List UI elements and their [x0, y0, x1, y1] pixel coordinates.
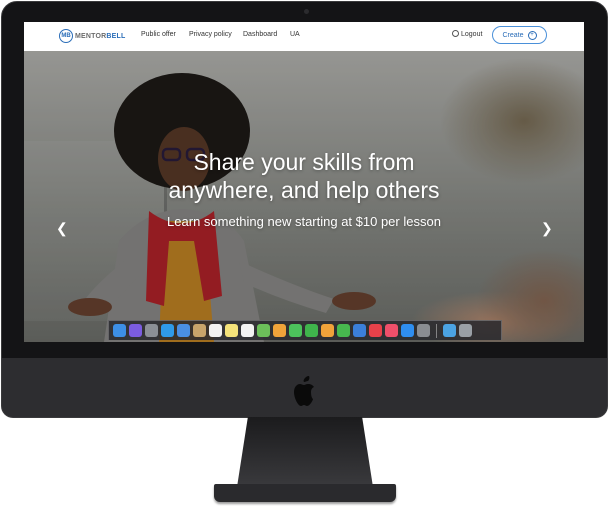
logo-text-mentor: MENTOR — [75, 32, 107, 40]
launchpad-icon[interactable] — [145, 324, 158, 337]
news-icon[interactable] — [369, 324, 382, 337]
safari-icon[interactable] — [161, 324, 174, 337]
logout-icon[interactable] — [452, 30, 459, 37]
macos-dock — [108, 320, 502, 340]
logo-mark-icon: MB — [59, 29, 73, 43]
create-button[interactable]: Create + — [492, 26, 547, 44]
mail-icon[interactable] — [177, 324, 190, 337]
numbers-icon[interactable] — [337, 324, 350, 337]
reminders-icon[interactable] — [241, 324, 254, 337]
messages-icon[interactable] — [289, 324, 302, 337]
create-button-label: Create — [502, 31, 524, 39]
music-icon[interactable] — [385, 324, 398, 337]
nav-link-dashboard[interactable]: Dashboard — [243, 31, 277, 38]
nav-link-language-ua[interactable]: UA — [290, 31, 300, 38]
calendar-icon[interactable] — [209, 324, 222, 337]
maps-icon[interactable] — [257, 324, 270, 337]
apple-logo-icon — [294, 376, 314, 406]
contacts-icon[interactable] — [193, 324, 206, 337]
nav-link-privacy-policy[interactable]: Privacy policy — [189, 31, 232, 38]
siri-icon[interactable] — [129, 324, 142, 337]
logo-text-bell: BELL — [106, 32, 126, 40]
downloads-folder-icon[interactable] — [443, 324, 456, 337]
screen: ❮ ❯ Share your skills from anywhere, and… — [24, 22, 584, 342]
notes-icon[interactable] — [225, 324, 238, 337]
top-navbar: MB MENTORBELL Public offer Privacy polic… — [24, 22, 584, 51]
carousel-next-chevron-icon[interactable]: ❯ — [541, 221, 553, 235]
imac-stand-foot — [214, 484, 396, 502]
trash-icon[interactable] — [459, 324, 472, 337]
hero-headline-line-2: anywhere, and help others — [168, 177, 440, 203]
plus-circle-icon: + — [527, 30, 537, 40]
keynote-icon[interactable] — [353, 324, 366, 337]
mentorbell-logo[interactable]: MB MENTORBELL — [59, 29, 125, 43]
carousel-prev-chevron-icon[interactable]: ❮ — [56, 221, 68, 235]
hero-subline: Learn something new starting at $10 per … — [167, 214, 441, 229]
pages-icon[interactable] — [321, 324, 334, 337]
dock-separator — [436, 323, 437, 338]
settings-icon[interactable] — [417, 324, 430, 337]
appstore-icon[interactable] — [401, 324, 414, 337]
finder-icon[interactable] — [113, 324, 126, 337]
imac-stand-neck — [237, 417, 373, 487]
facetime-icon[interactable] — [305, 324, 318, 337]
hero-headline: Share your skills from anywhere, and hel… — [134, 148, 474, 204]
photos-icon[interactable] — [273, 324, 286, 337]
logo-text: MENTORBELL — [75, 33, 125, 40]
logout-link[interactable]: Logout — [461, 31, 482, 38]
nav-link-public-offer[interactable]: Public offer — [141, 31, 176, 38]
hero-headline-line-1: Share your skills from — [193, 149, 415, 175]
camera-icon — [304, 9, 309, 14]
